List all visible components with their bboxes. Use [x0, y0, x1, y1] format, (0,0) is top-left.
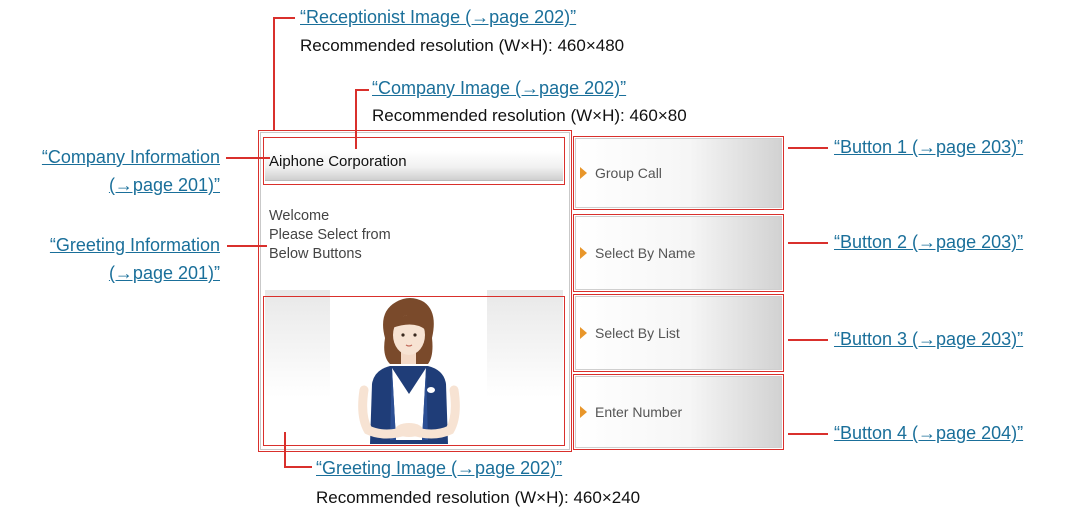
company-image-callout-line-h	[355, 89, 369, 91]
button2-callout-line	[788, 242, 828, 244]
company-image-link[interactable]: “Company Image (→page 202)”	[372, 78, 626, 98]
button4-callout-line	[788, 433, 828, 435]
greeting-info-callout-line	[227, 245, 267, 247]
receptionist-image-resolution: Recommended resolution (W×H): 460×480	[300, 36, 625, 55]
receptionist-callout-line-v	[273, 17, 275, 131]
button2-link[interactable]: “Button 2 (→page 203)”	[834, 232, 1023, 252]
button2-box	[573, 214, 784, 292]
company-image-callout-line-v	[355, 89, 357, 149]
company-information-link-line2[interactable]: (→page 201)”	[109, 175, 220, 195]
company-information-link-line1[interactable]: “Company Information	[42, 147, 220, 167]
receptionist-callout-line-h	[273, 17, 295, 19]
greeting-information-link-line2[interactable]: (→page 201)”	[109, 263, 220, 283]
greeting-image-box	[263, 296, 565, 446]
button1-callout-line	[788, 147, 828, 149]
greeting-image-resolution: Recommended resolution (W×H): 460×240	[316, 488, 641, 507]
button1-link[interactable]: “Button 1 (→page 203)”	[834, 137, 1023, 157]
greeting-information-link-line1[interactable]: “Greeting Information	[50, 235, 220, 255]
greeting-image-callout-line-h	[284, 466, 312, 468]
greeting-image-callout-line-v	[284, 432, 286, 467]
company-image-box	[263, 137, 565, 185]
button4-box	[573, 374, 784, 450]
button4-link[interactable]: “Button 4 (→page 204)”	[834, 423, 1023, 443]
company-image-resolution: Recommended resolution (W×H): 460×80	[372, 106, 687, 125]
greeting-image-link[interactable]: “Greeting Image (→page 202)”	[316, 458, 562, 478]
button1-box	[573, 136, 784, 210]
button3-box	[573, 294, 784, 372]
button3-link[interactable]: “Button 3 (→page 203)”	[834, 329, 1023, 349]
receptionist-image-link[interactable]: “Receptionist Image (→page 202)”	[300, 7, 576, 27]
button3-callout-line	[788, 339, 828, 341]
company-info-callout-line	[226, 157, 270, 159]
